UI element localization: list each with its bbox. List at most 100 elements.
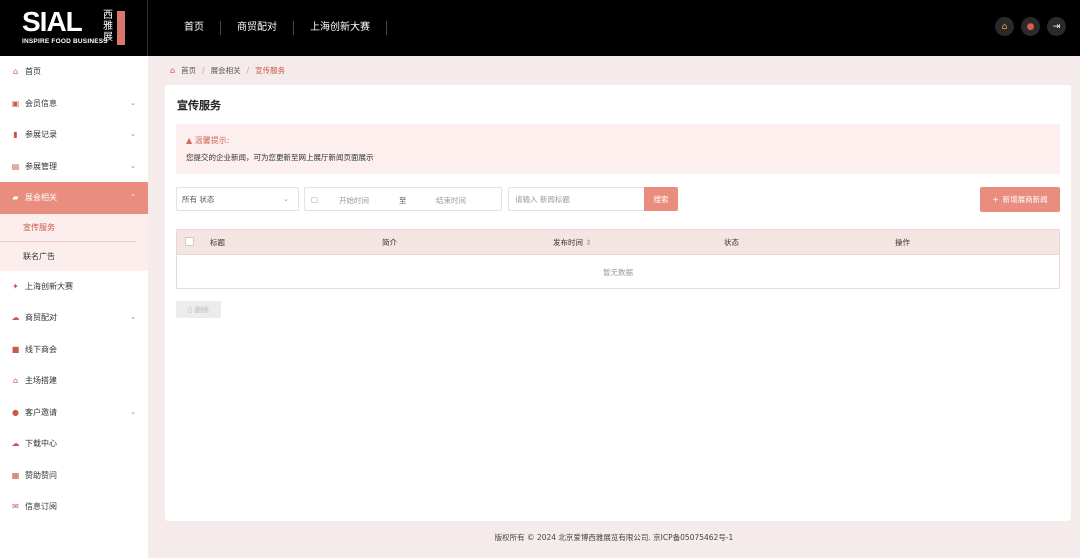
notice-text: 您提交的企业新闻，可为您更新至网上展厅新闻页面展示: [186, 153, 374, 162]
select-all-checkbox[interactable]: [185, 237, 194, 246]
column-title: 标题: [210, 238, 225, 247]
topnav-innovation[interactable]: 上海创新大赛: [294, 21, 387, 35]
logo-accent-bar: [117, 11, 125, 45]
logo-chinese: 西雅展: [103, 10, 113, 43]
sidebar-item-exhibition[interactable]: ▰ 展会相关 ⌃: [0, 182, 148, 214]
gift-icon: ✦: [12, 281, 19, 291]
page-title: 宣传服务: [177, 99, 221, 112]
sidebar-item-label: 客户邀请: [25, 407, 57, 417]
search-button[interactable]: 搜索: [644, 187, 678, 211]
sidebar-item-label: 商贸配对: [25, 313, 57, 323]
chat-icon: ☁: [11, 313, 20, 323]
sidebar-item-booth-building[interactable]: ⌂ 主场搭建: [0, 365, 148, 397]
date-separator: 至: [399, 196, 407, 205]
user-icon[interactable]: ●: [1021, 17, 1040, 36]
chevron-down-icon: ⌄: [130, 161, 136, 170]
breadcrumb-exhibition[interactable]: 展会相关: [211, 65, 241, 76]
logout-icon[interactable]: ⇥: [1047, 17, 1066, 36]
warning-icon: ▲: [186, 136, 193, 145]
sidebar-item-downloads[interactable]: ☁ 下载中心: [0, 428, 148, 460]
sidebar-item-label: 参展记录: [25, 130, 57, 140]
date-range-picker[interactable]: ▢ 开始时间 至 结束时间: [304, 187, 502, 211]
notice-box: ▲ 温馨提示: 您提交的企业新闻，可为您更新至网上展厅新闻页面展示: [176, 124, 1060, 174]
chevron-up-icon: ⌃: [130, 193, 136, 201]
sidebar-item-subscription[interactable]: ✉ 信息订阅: [0, 491, 148, 523]
logo-tagline: INSPIRE FOOD BUSINESS: [22, 38, 108, 45]
home-icon: ⌂: [12, 67, 19, 77]
search-input[interactable]: 请输入 新闻标题: [508, 187, 644, 211]
mail-icon: ✉: [12, 502, 19, 512]
breadcrumb-current: 宣传服务: [255, 66, 286, 75]
news-table: 标题 简介 发布时间 ⇕ 状态 操作 暂无数据: [176, 229, 1060, 289]
sidebar-item-sponsorship[interactable]: ▦ 赞助赞问: [0, 460, 148, 492]
sidebar-subitem-cobranded-ads[interactable]: 联名广告: [0, 242, 148, 271]
delete-label: 删除: [194, 305, 209, 314]
home-icon: ⌂: [170, 66, 176, 75]
sidebar-item-records[interactable]: ▮ 参展记录 ⌄: [0, 119, 148, 151]
column-actions: 操作: [895, 238, 910, 247]
sidebar: ⌂ 首页 ▣ 会员信息 ⌄ ▮ 参展记录 ⌄ ▤ 参展管理 ⌄ ▰ 展会相关 ⌃…: [0, 56, 148, 558]
sidebar-item-label: 线下商会: [25, 344, 57, 354]
home-icon[interactable]: ⌂: [995, 17, 1014, 36]
sidebar-item-label: 赞助赞问: [25, 470, 57, 480]
sidebar-item-label: 会员信息: [25, 98, 57, 108]
status-select-value: 所有 状态: [182, 194, 215, 204]
sponsor-icon: ▦: [11, 470, 20, 480]
sidebar-item-label: 上海创新大赛: [25, 281, 73, 291]
calendar-icon: ▢: [311, 195, 319, 204]
chevron-down-icon: ⌄: [130, 98, 136, 107]
add-news-button[interactable]: + 新增展商新闻: [980, 187, 1060, 212]
search-placeholder: 请输入 新闻标题: [515, 194, 570, 204]
notice-title-text: 温馨提示:: [194, 136, 230, 145]
chevron-down-icon: ⌄: [130, 407, 136, 416]
sidebar-item-home[interactable]: ⌂ 首页: [0, 56, 148, 88]
topnav-home[interactable]: 首页: [168, 21, 221, 35]
logo-wordmark: SIAL: [22, 6, 83, 37]
cloud-icon: ☁: [11, 439, 20, 449]
sidebar-item-member[interactable]: ▣ 会员信息 ⌄: [0, 88, 148, 120]
sidebar-item-label: 参展管理: [25, 161, 57, 171]
sidebar-item-label: 首页: [25, 67, 41, 77]
top-nav: 首页 商贸配对 上海创新大赛: [168, 0, 387, 56]
sidebar-subitem-promotion[interactable]: 宣传服务: [0, 214, 136, 242]
sidebar-item-matchmaking[interactable]: ☁ 商贸配对 ⌄: [0, 302, 148, 334]
date-end-input[interactable]: 结束时间: [436, 195, 466, 206]
breadcrumb: ⌂ 首页 / 展会相关 / 宣传服务: [170, 65, 285, 76]
status-select[interactable]: 所有 状态 ⌄: [176, 187, 299, 211]
sidebar-item-offline-meetup[interactable]: ■ 线下商会: [0, 334, 148, 366]
chevron-down-icon: ⌄: [130, 130, 136, 138]
sidebar-item-innovation[interactable]: ✦ 上海创新大赛: [0, 271, 148, 303]
notice-title: ▲ 温馨提示:: [186, 135, 229, 146]
sidebar-item-invitation[interactable]: ● 客户邀请 ⌄: [0, 397, 148, 429]
member-icon: ▣: [11, 98, 20, 108]
plus-icon: +: [992, 195, 999, 204]
brand-logo[interactable]: SIAL INSPIRE FOOD BUSINESS 西雅展: [0, 0, 148, 56]
top-bar: SIAL INSPIRE FOOD BUSINESS 西雅展 首页 商贸配对 上…: [0, 0, 1080, 56]
date-start-input[interactable]: 开始时间: [339, 195, 369, 206]
building-icon: ⌂: [12, 376, 19, 386]
delete-button[interactable]: ▯ 删除: [176, 301, 221, 318]
breadcrumb-separator: /: [202, 66, 205, 75]
sidebar-item-management[interactable]: ▤ 参展管理 ⌄: [0, 151, 148, 183]
document-icon: ▤: [11, 161, 20, 171]
main-panel: 宣传服务 ▲ 温馨提示: 您提交的企业新闻，可为您更新至网上展厅新闻页面展示 所…: [165, 85, 1071, 521]
sidebar-item-label: 主场搭建: [25, 376, 57, 386]
breadcrumb-separator: /: [246, 66, 250, 75]
add-news-label: 新增展商新闻: [1002, 195, 1048, 204]
table-header: 标题 简介 发布时间 ⇕ 状态 操作: [177, 230, 1059, 254]
sort-icon: ⇕: [585, 238, 592, 247]
people-icon: ●: [12, 407, 19, 417]
bookmark-icon: ▮: [13, 130, 18, 140]
sidebar-submenu: 宣传服务 联名广告: [0, 213, 148, 271]
footer-copyright: 版权所有 © 2024 北京爱博西雅展览有限公司. 京ICP备05075462号…: [494, 533, 734, 542]
topnav-matchmaking[interactable]: 商贸配对: [221, 21, 294, 35]
chevron-down-icon: ⌄: [130, 313, 136, 321]
table-empty: 暂无数据: [177, 254, 1059, 289]
breadcrumb-home[interactable]: 首页: [181, 65, 196, 76]
chevron-down-icon: ⌄: [283, 195, 289, 203]
sidebar-item-label: 展会相关: [25, 193, 57, 203]
video-icon: ■: [11, 344, 20, 354]
sidebar-item-label: 信息订阅: [25, 502, 57, 512]
column-publish-time[interactable]: 发布时间 ⇕: [553, 237, 592, 248]
trash-icon: ▯: [188, 305, 192, 314]
